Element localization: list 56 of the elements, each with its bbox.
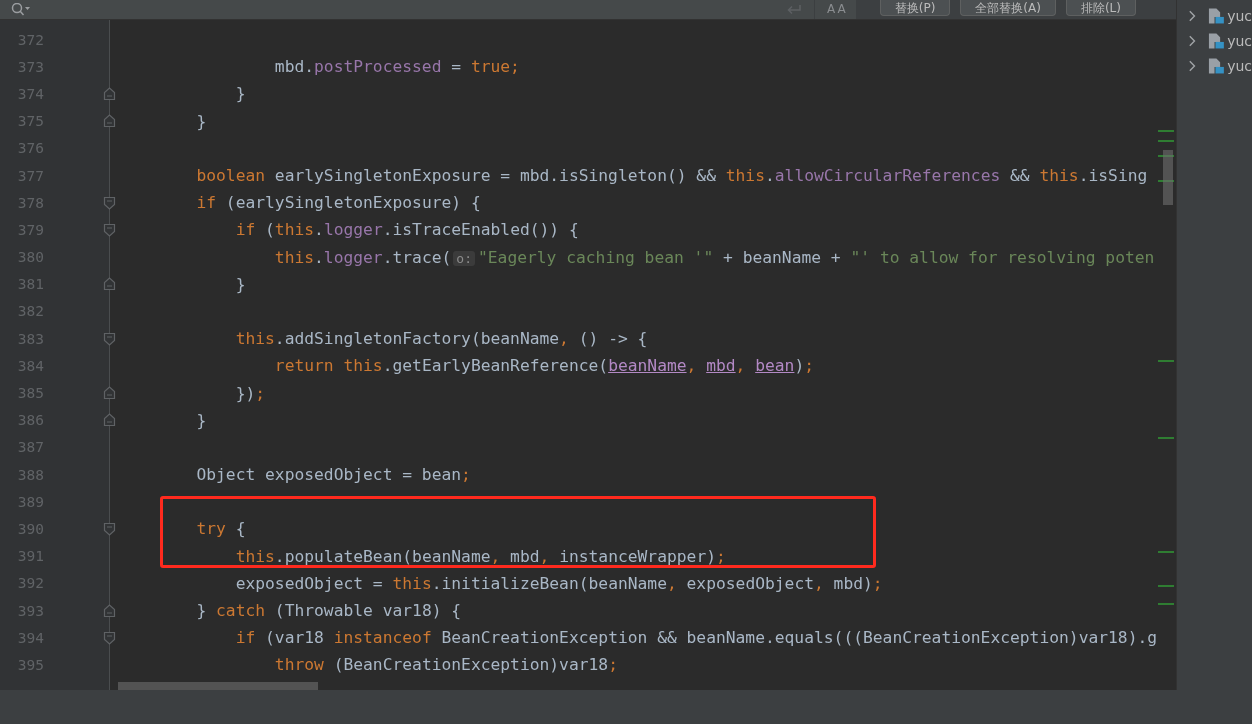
fold-icon[interactable] xyxy=(103,86,116,101)
code-line: return this.getEarlyBeanReference(beanName, mbd, bean); xyxy=(273,356,815,376)
tree-item-label[interactable]: yuc xyxy=(1227,57,1252,74)
change-mark xyxy=(1158,603,1174,605)
fold-icon[interactable] xyxy=(103,331,116,346)
chevron-icon[interactable] xyxy=(1187,9,1197,22)
fold-icon[interactable] xyxy=(103,521,116,536)
code-line: } catch (Throwable var18) { xyxy=(195,601,462,621)
module-icon xyxy=(1208,56,1226,75)
match-case-toggle[interactable]: AA xyxy=(814,0,856,19)
code-line: boolean earlySingletonExposure = mbd.isSingleton() && this.allowCircularReferences && this.isSing xyxy=(195,166,1148,186)
change-mark xyxy=(1158,585,1174,587)
fold-icon[interactable] xyxy=(103,630,116,645)
fold-icon[interactable] xyxy=(103,277,116,292)
code-line: this.logger.trace( o: "Eagerly caching bean '" + beanName + "' to allow for resolving poten xyxy=(273,247,1155,267)
code-line: } xyxy=(195,410,207,430)
code-line: } xyxy=(234,84,246,104)
change-mark xyxy=(1158,180,1174,182)
change-mark xyxy=(1158,130,1174,132)
code-line: try { xyxy=(195,519,246,539)
fold-icon[interactable] xyxy=(103,413,116,428)
tree-item-label[interactable]: yuc xyxy=(1227,7,1252,24)
code-line: mbd.postProcessed = true; xyxy=(273,57,520,77)
code-line: if (earlySingletonExposure) { xyxy=(195,193,481,213)
fold-icon[interactable] xyxy=(103,222,116,237)
code-line: this.addSingletonFactory(beanName, () -> { xyxy=(234,329,648,349)
change-mark xyxy=(1158,551,1174,553)
code-line: Object exposedObject = bean; xyxy=(195,465,471,485)
fold-icon[interactable] xyxy=(103,386,116,401)
scrollbar-thumb[interactable] xyxy=(1163,150,1173,205)
chevron-icon[interactable] xyxy=(1187,34,1197,47)
find-button[interactable]: 替换(P) xyxy=(879,0,951,16)
code-line: } xyxy=(234,274,246,294)
module-icon xyxy=(1208,31,1226,50)
change-mark xyxy=(1158,140,1174,142)
code-line: if (var18 instanceof BeanCreationException && beanName.equals(((BeanCreationException)var18).g xyxy=(234,628,1158,648)
code-line: } xyxy=(195,111,207,131)
find-button[interactable]: 排除(L) xyxy=(1065,0,1136,16)
code-line: throw (BeanCreationException)var18; xyxy=(273,655,618,675)
fold-icon[interactable] xyxy=(103,114,116,129)
search-icon[interactable] xyxy=(11,2,31,17)
change-mark xyxy=(1158,360,1174,362)
find-button[interactable]: 全部替换(A) xyxy=(960,0,1056,16)
fold-icon[interactable] xyxy=(103,603,116,618)
fold-icon[interactable] xyxy=(103,195,116,210)
change-mark xyxy=(1158,155,1174,157)
code-line: exposedObject = this.initializeBean(beanName, exposedObject, mbd); xyxy=(234,573,883,593)
code-line: if (this.logger.isTraceEnabled()) { xyxy=(234,220,579,240)
code-line: }); xyxy=(234,383,266,403)
tree-item-label[interactable]: yuc xyxy=(1227,32,1252,49)
chevron-icon[interactable] xyxy=(1187,59,1197,72)
enter-arrow-icon[interactable] xyxy=(786,3,802,16)
module-icon xyxy=(1208,6,1226,25)
code-line: this.populateBean(beanName, mbd, instanceWrapper); xyxy=(234,546,726,566)
scrollbar-thumb[interactable] xyxy=(118,682,318,690)
change-mark xyxy=(1158,437,1174,439)
